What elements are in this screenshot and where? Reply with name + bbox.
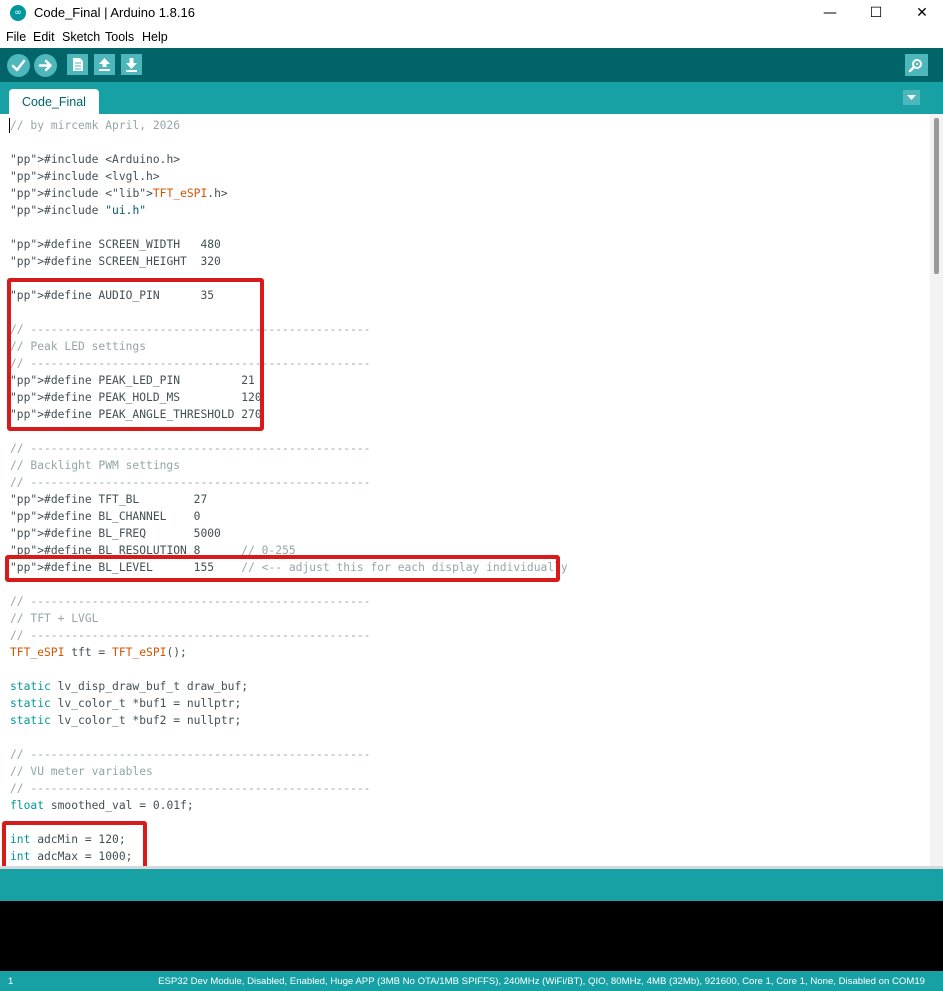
highlight-box-pins: [7, 278, 264, 431]
code-line: static lv_color_t *buf1 = nullptr;: [10, 697, 242, 710]
code-line: // -------------------------------------…: [10, 629, 371, 642]
message-area: [0, 869, 943, 901]
code-line: // VU meter variables: [10, 765, 153, 778]
line-number: 1: [8, 976, 14, 987]
vertical-scrollbar[interactable]: [930, 114, 943, 866]
serial-monitor-icon[interactable]: [905, 54, 928, 76]
code-line: "pp">#include <"lib">TFT_eSPI.h>: [10, 187, 228, 200]
code-line: "pp">#define SCREEN_WIDTH 480: [10, 238, 221, 251]
code-line: TFT_eSPI tft = TFT_eSPI();: [10, 646, 187, 659]
code-line: // Backlight PWM settings: [10, 459, 181, 472]
code-line: "pp">#include <Arduino.h>: [10, 153, 181, 166]
code-line: // -------------------------------------…: [10, 782, 371, 795]
board-info: ESP32 Dev Module, Disabled, Enabled, Hug…: [158, 976, 925, 987]
highlight-box-bl-level: [5, 555, 560, 582]
code-line: float smoothed_val = 0.01f;: [10, 799, 194, 812]
code-line: // -------------------------------------…: [10, 476, 371, 489]
menu-tools[interactable]: Tools: [105, 30, 134, 44]
code-line: "pp">#include <lvgl.h>: [10, 170, 160, 183]
code-line: // by mircemk April, 2026: [10, 119, 181, 132]
code-line: static lv_disp_draw_buf_t draw_buf;: [10, 680, 249, 693]
upload-icon[interactable]: [34, 54, 57, 77]
new-icon[interactable]: [67, 54, 88, 75]
status-bar: 1 ESP32 Dev Module, Disabled, Enabled, H…: [0, 971, 943, 991]
code-line: // -------------------------------------…: [10, 748, 371, 761]
menu-bar: File Edit Sketch Tools Help: [0, 27, 943, 47]
code-line: // -------------------------------------…: [10, 595, 371, 608]
arduino-logo-icon: ∞: [10, 5, 26, 21]
menu-sketch[interactable]: Sketch: [62, 30, 100, 44]
highlight-box-adc: [2, 821, 147, 866]
code-editor[interactable]: // by mircemk April, 2026 "pp">#include <…: [0, 114, 930, 866]
tab-bar: Code_Final: [0, 82, 943, 114]
save-icon[interactable]: [121, 54, 142, 75]
minimize-icon[interactable]: —: [807, 0, 853, 26]
menu-help[interactable]: Help: [142, 30, 168, 44]
tab-code-final[interactable]: Code_Final: [9, 89, 99, 114]
verify-icon[interactable]: [7, 54, 30, 77]
code-line: "pp">#define TFT_BL 27: [10, 493, 208, 506]
console-output: [0, 901, 943, 971]
menu-file[interactable]: File: [6, 30, 26, 44]
scrollbar-thumb[interactable]: [934, 118, 939, 274]
code-line: "pp">#define BL_FREQ 5000: [10, 527, 221, 540]
close-icon[interactable]: ✕: [899, 0, 943, 26]
maximize-icon[interactable]: ☐: [853, 0, 899, 26]
open-icon[interactable]: [94, 54, 115, 75]
window-title: Code_Final | Arduino 1.8.16: [34, 5, 195, 20]
title-bar: ∞ Code_Final | Arduino 1.8.16 — ☐ ✕: [0, 0, 943, 26]
code-line: "pp">#define BL_CHANNEL 0: [10, 510, 201, 523]
code-line: "pp">#define SCREEN_HEIGHT 320: [10, 255, 221, 268]
menu-edit[interactable]: Edit: [33, 30, 55, 44]
toolbar: [0, 48, 943, 82]
tab-menu-chevron-down-icon[interactable]: [903, 90, 920, 105]
code-line: // -------------------------------------…: [10, 442, 371, 455]
code-line: "pp">#include "ui.h": [10, 204, 147, 217]
code-line: // TFT + LVGL: [10, 612, 99, 625]
code-line: static lv_color_t *buf2 = nullptr;: [10, 714, 242, 727]
